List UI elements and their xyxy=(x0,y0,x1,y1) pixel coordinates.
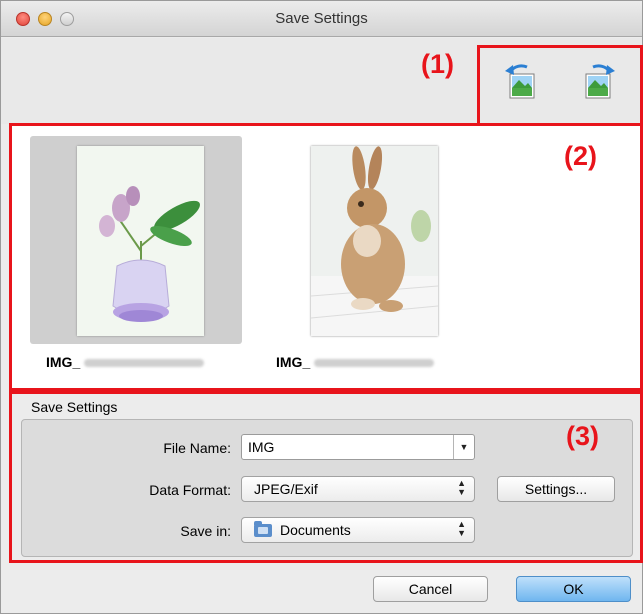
image-thumbnail-area: IMG_ IMG_ xyxy=(12,126,640,388)
callout-label-3: (3) xyxy=(566,421,599,451)
up-down-arrows-icon: ▲ ▼ xyxy=(457,478,466,497)
data-format-value: JPEG/Exif xyxy=(254,481,318,497)
save-settings-window: Save Settings IMG_ IMG_ Save Settings Fi… xyxy=(0,0,643,614)
callout-label-2: (2) xyxy=(564,141,597,171)
data-format-popup[interactable]: JPEG/Exif ▲ ▼ xyxy=(241,476,475,502)
thumbnail-item[interactable] xyxy=(30,136,242,344)
file-name-label: File Name: xyxy=(163,440,231,456)
file-name-combobox[interactable]: IMG ▼ xyxy=(241,434,475,460)
cancel-button[interactable]: Cancel xyxy=(373,576,488,602)
dropdown-arrow-icon[interactable]: ▼ xyxy=(453,435,474,459)
toolbar xyxy=(1,38,642,124)
rotate-left-icon xyxy=(505,64,535,99)
ok-button[interactable]: OK xyxy=(516,576,631,602)
flower-vase-photo xyxy=(77,146,204,336)
window-title: Save Settings xyxy=(275,10,368,27)
rabbit-photo xyxy=(311,146,438,336)
rotate-left-button[interactable] xyxy=(499,61,539,101)
save-in-popup[interactable]: Documents ▲ ▼ xyxy=(241,517,475,543)
up-down-arrows-icon: ▲ ▼ xyxy=(457,519,466,538)
thumbnail-label: IMG_ xyxy=(276,354,435,370)
save-settings-heading: Save Settings xyxy=(31,399,118,415)
file-name-value[interactable]: IMG xyxy=(248,439,274,455)
rotate-right-button[interactable] xyxy=(581,61,621,101)
save-in-value: Documents xyxy=(280,522,351,538)
rotate-right-icon xyxy=(585,64,615,99)
thumbnail-item[interactable] xyxy=(264,136,476,344)
thumbnail-label: IMG_ xyxy=(46,354,205,370)
folder-icon xyxy=(254,521,272,537)
data-format-label: Data Format: xyxy=(149,482,231,498)
settings-button[interactable]: Settings... xyxy=(497,476,615,502)
title-bar: Save Settings xyxy=(1,1,642,37)
callout-label-1: (1) xyxy=(421,49,454,79)
save-in-label: Save in: xyxy=(180,523,231,539)
